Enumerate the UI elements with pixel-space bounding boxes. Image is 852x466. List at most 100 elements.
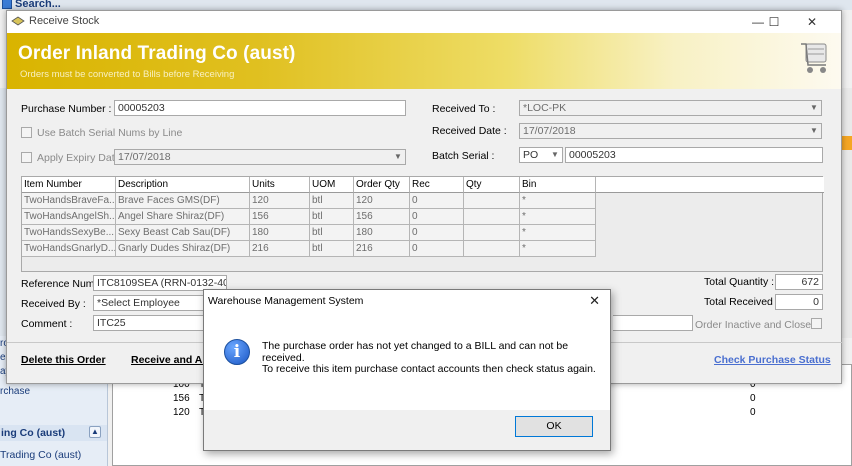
items-grid: Item Number Description Units UOM Order …: [21, 176, 824, 272]
received-to-select[interactable]: *LOC-PK ▼: [519, 100, 822, 116]
table-row[interactable]: TwoHandsAngelSh... Angel Share Shiraz(DF…: [22, 209, 824, 225]
description-cell: Sexy Beast Cab Sau(DF): [116, 225, 250, 241]
dialog-titlebar[interactable]: Warehouse Management System ✕: [204, 290, 610, 312]
grid-header-row: Item Number Description Units UOM Order …: [22, 177, 824, 193]
check-purchase-status-link[interactable]: Check Purchase Status: [714, 354, 831, 366]
batch-serial-checkbox[interactable]: [21, 127, 32, 138]
received-to-label: Received To :: [432, 103, 496, 115]
batch-serial-field[interactable]: 00005203: [565, 147, 823, 163]
column-header[interactable]: Rec: [410, 177, 464, 193]
uom-cell: btl: [310, 241, 354, 257]
receive-stock-icon: [11, 16, 25, 26]
bin-cell[interactable]: *: [520, 225, 596, 241]
ok-button[interactable]: OK: [515, 416, 593, 437]
description-cell: Brave Faces GMS(DF): [116, 193, 250, 209]
page-subtitle: Orders must be converted to Bills before…: [20, 69, 235, 80]
uom-cell: btl: [310, 209, 354, 225]
comment-field-tail[interactable]: [613, 315, 693, 331]
units-cell: 120: [250, 193, 310, 209]
comment-field[interactable]: ITC25: [93, 315, 213, 331]
chevron-down-icon[interactable]: ▼: [808, 125, 820, 137]
sidebar-group-header[interactable]: ing Co (aust) ▲: [0, 425, 107, 441]
comment-label: Comment :: [21, 318, 73, 330]
received-to-value: *LOC-PK: [523, 102, 567, 114]
dialog-title: Warehouse Management System: [208, 295, 364, 307]
purchase-number-label: Purchase Number :: [21, 103, 112, 115]
item-number-cell: TwoHandsGnarlyD...: [22, 241, 116, 257]
expiry-date-checkbox[interactable]: [21, 152, 32, 163]
description-cell: Gnarly Dudes Shiraz(DF): [116, 241, 250, 257]
maximize-button[interactable]: ☐: [759, 14, 789, 30]
close-button[interactable]: ✕: [797, 14, 827, 30]
column-header[interactable]: Description: [116, 177, 250, 193]
sidebar-link[interactable]: rchase: [0, 386, 30, 397]
chevron-down-icon[interactable]: ▼: [549, 149, 561, 161]
order-banner: Order Inland Trading Co (aust) Orders mu…: [7, 33, 841, 89]
delete-order-link[interactable]: Delete this Order: [21, 354, 106, 366]
search-label: Search...: [15, 0, 61, 10]
dialog-close-button[interactable]: ✕: [589, 293, 600, 309]
rec-cell: 0: [410, 209, 464, 225]
table-row[interactable]: TwoHandsGnarlyD... Gnarly Dudes Shiraz(D…: [22, 241, 824, 257]
table-row[interactable]: TwoHandsSexyBe... Sexy Beast Cab Sau(DF)…: [22, 225, 824, 241]
table-row[interactable]: TwoHandsBraveFa... Brave Faces GMS(DF) 1…: [22, 193, 824, 209]
background-toolbar: [0, 0, 852, 10]
received-date-value: 17/07/2018: [523, 125, 576, 137]
message-dialog: Warehouse Management System ✕ i The purc…: [203, 289, 611, 451]
dialog-body: i The purchase order has not yet changed…: [204, 312, 610, 410]
order-qty-cell: 120: [354, 193, 410, 209]
chevron-down-icon[interactable]: ▼: [392, 151, 404, 163]
bin-cell[interactable]: *: [520, 241, 596, 257]
rec-cell: 0: [410, 225, 464, 241]
column-header-filler: [596, 177, 824, 193]
column-header[interactable]: Order Qty: [354, 177, 410, 193]
chevron-down-icon[interactable]: ▼: [808, 102, 820, 114]
batch-serial-prefix-select[interactable]: PO ▼: [519, 147, 563, 163]
batch-serial-label: Batch Serial :: [432, 150, 495, 162]
qty-cell[interactable]: [464, 241, 520, 257]
column-header[interactable]: UOM: [310, 177, 354, 193]
panel-right: 0: [750, 393, 756, 404]
qty-cell[interactable]: [464, 193, 520, 209]
units-cell: 180: [250, 225, 310, 241]
units-cell: 156: [250, 209, 310, 225]
order-qty-cell: 180: [354, 225, 410, 241]
total-quantity-label: Total Quantity :: [704, 276, 775, 288]
column-header[interactable]: Item Number: [22, 177, 116, 193]
column-header[interactable]: Qty: [464, 177, 520, 193]
received-by-select[interactable]: *Select Employee: [93, 295, 213, 311]
uom-cell: btl: [310, 225, 354, 241]
order-qty-cell: 216: [354, 241, 410, 257]
rec-cell: 0: [410, 241, 464, 257]
purchase-number-field[interactable]: 00005203: [114, 100, 406, 116]
qty-cell[interactable]: [464, 225, 520, 241]
chevron-up-icon[interactable]: ▲: [89, 426, 101, 438]
batch-serial-checkbox-label: Use Batch Serial Nums by Line: [37, 127, 183, 139]
window-titlebar[interactable]: Receive Stock — ☐ ✕: [7, 11, 841, 33]
sidebar-group-sub[interactable]: Trading Co (aust): [0, 449, 81, 461]
panel-right: 0: [750, 407, 756, 418]
background-search[interactable]: Search...: [2, 0, 61, 10]
dialog-message-line: The purchase order has not yet changed t…: [262, 340, 569, 352]
total-quantity-value: 672: [775, 274, 823, 290]
column-header[interactable]: Bin: [520, 177, 596, 193]
shopping-cart-icon: [801, 43, 827, 73]
panel-qty: 120: [173, 407, 190, 418]
sidebar-group-label: ing Co (aust): [1, 427, 66, 439]
order-inactive-checkbox[interactable]: [811, 318, 822, 329]
total-received-value: 0: [775, 294, 823, 310]
item-number-cell: TwoHandsBraveFa...: [22, 193, 116, 209]
panel-qty: 156: [173, 393, 190, 404]
received-date-picker[interactable]: 17/07/2018 ▼: [519, 123, 822, 139]
units-cell: 216: [250, 241, 310, 257]
dialog-message: The purchase order has not yet changed t…: [262, 340, 602, 376]
total-received-label: Total Received :: [704, 296, 779, 308]
bin-cell[interactable]: *: [520, 193, 596, 209]
expiry-date-picker[interactable]: 17/07/2018 ▼: [114, 149, 406, 165]
rec-cell: 0: [410, 193, 464, 209]
column-header[interactable]: Units: [250, 177, 310, 193]
item-number-cell: TwoHandsSexyBe...: [22, 225, 116, 241]
qty-cell[interactable]: [464, 209, 520, 225]
reference-num-label: Reference Num :: [21, 278, 101, 290]
bin-cell[interactable]: *: [520, 209, 596, 225]
